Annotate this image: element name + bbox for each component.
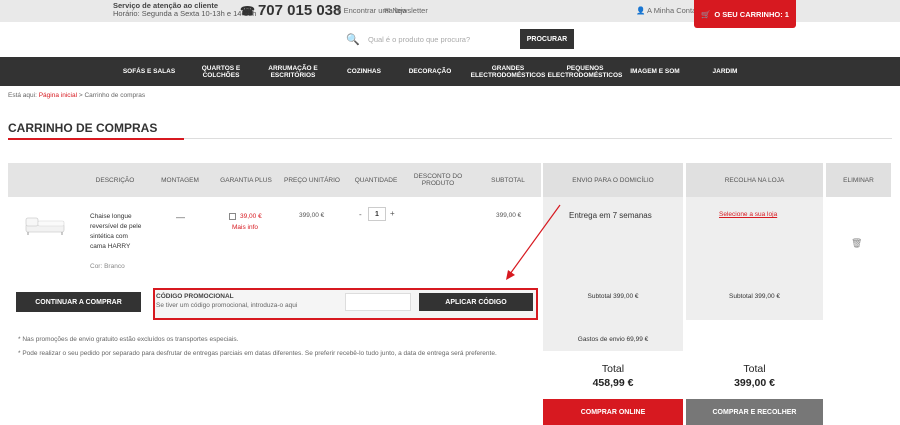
- quantity-increase-button[interactable]: +: [390, 209, 395, 218]
- header-description: DESCRIÇÃO: [95, 176, 135, 184]
- trash-icon[interactable]: 🗑: [851, 238, 862, 249]
- page-title: CARRINHO DE COMPRAS: [8, 121, 158, 135]
- total-label: Total: [601, 363, 625, 375]
- subtotal-store-pickup: Subtotal 399,00 €: [729, 293, 780, 300]
- quantity-decrease-button[interactable]: -: [359, 210, 362, 219]
- envelope-icon: ✉: [384, 6, 391, 15]
- header-home-delivery: ENVIO PARA O DOMICÍLIO: [543, 163, 683, 197]
- phone-text: 707 015 038: [257, 2, 342, 19]
- product-image[interactable]: [24, 214, 66, 236]
- continue-shopping-button[interactable]: CONTINUAR A COMPRAR: [16, 292, 141, 312]
- header-subtotal: SUBTOTAL: [491, 176, 525, 184]
- nav-item-sofas[interactable]: SOFÁS E SALAS: [112, 57, 186, 86]
- shipping-note: * Nas promoções de envio gratuito estão …: [18, 336, 239, 343]
- nav-item-arrumacao[interactable]: ARRUMAÇÃO E ESCRITÓRIOS: [258, 57, 328, 86]
- select-store-link[interactable]: Selecione a sua loja: [719, 211, 777, 218]
- breadcrumb-current: > Carrinho de compras: [77, 92, 146, 99]
- home-delivery-column: [543, 197, 683, 351]
- title-divider: [184, 138, 892, 139]
- total-label: Total: [743, 363, 766, 375]
- location-pin-icon: ⚲: [336, 6, 342, 15]
- guarantee-checkbox[interactable]: [229, 213, 236, 220]
- customer-service-info: Serviço de atenção ao cliente Horário: S…: [113, 2, 256, 18]
- header-quantity: QUANTIDADE: [354, 176, 398, 184]
- nav-item-quartos[interactable]: QUARTOS E COLCHÕES: [190, 57, 252, 86]
- breadcrumb: Está aqui: Página inicial > Carrinho de …: [8, 92, 145, 99]
- nav-item-imagem[interactable]: IMAGEM E SOM: [624, 57, 686, 86]
- breadcrumb-prefix: Está aqui:: [8, 92, 39, 99]
- header-guarantee: GARANTIA PLUS: [220, 176, 272, 184]
- search-icon[interactable]: 🔍: [343, 29, 363, 49]
- unit-price: 399,00 €: [299, 212, 325, 219]
- product-name-link[interactable]: Chaise longue reversível de pele sintéti…: [90, 212, 145, 252]
- newsletter-label: Newsletter: [392, 6, 428, 15]
- nav-item-jardim[interactable]: JARDIM: [700, 57, 750, 86]
- assembly-value: —: [176, 212, 185, 222]
- nav-item-cozinhas[interactable]: COZINHAS: [336, 57, 392, 86]
- buy-and-collect-button[interactable]: COMPRAR E RECOLHER: [686, 399, 823, 425]
- cart-label: O SEU CARRINHO: 1: [714, 9, 789, 19]
- header-remove: ELIMINAR: [826, 163, 891, 197]
- search-button[interactable]: PROCURAR: [520, 29, 574, 49]
- total-amount: 458,99 €: [592, 377, 634, 389]
- promo-code-input[interactable]: [345, 293, 411, 311]
- shipping-cost: Gastos de envio 69,99 €: [577, 336, 649, 343]
- user-icon: 👤: [636, 6, 646, 15]
- buy-online-button[interactable]: COMPRAR ONLINE: [543, 399, 683, 425]
- product-color: Cor: Branco: [90, 263, 125, 270]
- promo-code-title: CÓDIGO PROMOCIONAL: [156, 293, 234, 300]
- phone-icon: ☎: [240, 4, 255, 18]
- total-store-pickup: Total 399,00 €: [686, 362, 823, 390]
- my-account-label: A Minha Conta: [647, 6, 697, 15]
- header-unit-price: PREÇO UNITÁRIO: [284, 176, 340, 184]
- phone-number[interactable]: ☎ 707 015 038: [240, 2, 341, 19]
- nav-item-pequenos[interactable]: PEQUENOS ELECTRODOMÉSTICOS: [547, 57, 623, 86]
- cart-button[interactable]: 🛒 O SEU CARRINHO: 1: [694, 0, 796, 28]
- promo-code-description: Se tiver um código promocional, introduz…: [156, 302, 298, 309]
- header-store-pickup: RECOLHA NA LOJA: [686, 163, 823, 197]
- apply-code-button[interactable]: APLICAR CÓDIGO: [419, 293, 533, 311]
- header-discount: DESCONTO DO PRODUTO: [413, 173, 463, 187]
- breadcrumb-home-link[interactable]: Página inicial: [39, 92, 77, 99]
- guarantee-more-info-link[interactable]: Mais info: [232, 224, 258, 231]
- title-underline: [8, 138, 184, 140]
- service-hours: Horário: Segunda a Sexta 10-13h e 14-18h: [113, 9, 257, 18]
- header-assembly: MONTAGEM: [161, 176, 199, 184]
- cart-icon: 🛒: [701, 9, 711, 19]
- total-amount: 399,00 €: [734, 377, 775, 389]
- guarantee-price: 39,00 €: [240, 213, 262, 220]
- delivery-estimate: Entrega em 7 semanas: [569, 211, 652, 220]
- search-input[interactable]: [364, 29, 519, 49]
- nav-item-decoracao[interactable]: DECORAÇÃO: [400, 57, 460, 86]
- subtotal-home-delivery: Subtotal 399,00 €: [587, 293, 639, 300]
- quantity-input[interactable]: 1: [368, 207, 386, 221]
- item-subtotal: 399,00 €: [496, 212, 522, 219]
- partial-delivery-note: * Pode realizar o seu pedido por separad…: [18, 350, 497, 357]
- my-account-link[interactable]: 👤 A Minha Conta: [636, 6, 696, 15]
- total-home-delivery: Total 458,99 €: [543, 362, 683, 390]
- nav-item-grandes[interactable]: GRANDES ELECTRODOMÉSTICOS: [470, 57, 546, 86]
- newsletter-link[interactable]: ✉ Newsletter: [384, 6, 428, 15]
- main-nav: SOFÁS E SALAS QUARTOS E COLCHÕES ARRUMAÇ…: [0, 57, 900, 86]
